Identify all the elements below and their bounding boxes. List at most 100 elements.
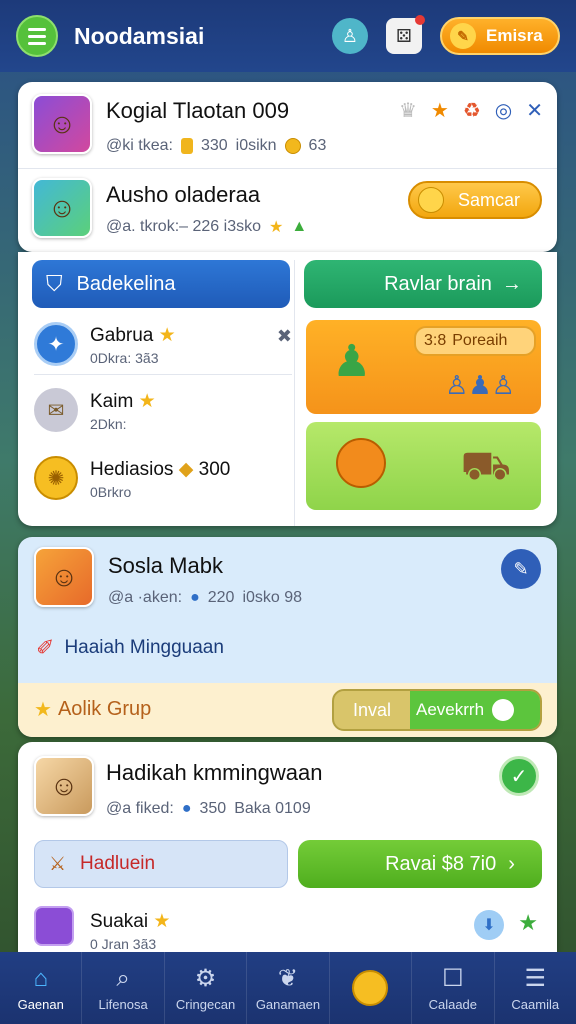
- nav-label: Ganamaen: [255, 997, 321, 1012]
- stats-value-1: 350: [199, 800, 227, 817]
- avatar[interactable]: [34, 756, 94, 816]
- sword-icon: ⚔: [49, 853, 67, 875]
- pin-icon[interactable]: ✖: [277, 326, 292, 347]
- accept-button-label: Aevekrrh: [416, 700, 485, 719]
- edit-button[interactable]: ✎: [501, 549, 541, 589]
- nav-coin[interactable]: [330, 952, 413, 1024]
- social-stats: @a ·aken: ● 220 i0sko 98: [108, 589, 302, 607]
- nav-label: Caamila: [511, 997, 560, 1012]
- leaderboard-card: ⛉ Badekelina ✦ Gabrua ★ 0Dkra: 3ã3 ✖ ✉ K…: [18, 252, 557, 526]
- stats-text-2: Baka 0109: [234, 800, 311, 817]
- stats-value-1: 220: [207, 589, 235, 606]
- list-item[interactable]: ✉ Kaim ★ 2Dkn:: [34, 380, 292, 446]
- star-badge-icon[interactable]: ★: [431, 98, 449, 123]
- coin-icon: [352, 970, 389, 1006]
- reward-claim-label: Ravai $8 7i0: [385, 852, 497, 875]
- recycle-icon[interactable]: ♻: [463, 98, 481, 123]
- reward-pill[interactable]: 3:8 Poreaih: [414, 326, 536, 356]
- stats-text: @a. tkrok:– 226 i3sko: [106, 218, 261, 235]
- avatar[interactable]: [32, 178, 92, 238]
- top-bar: Noodamsiai ♙ ⚄ ✎ Emisra: [0, 0, 576, 72]
- list-item-name: Hediasios ◆ 300: [90, 459, 231, 480]
- nav-menu[interactable]: ☰ Caamila: [495, 952, 576, 1024]
- nav-home[interactable]: ⌂ Gaenan: [0, 952, 83, 1024]
- stats-value-2: 63: [308, 137, 327, 154]
- dice-icon[interactable]: ⚄: [386, 15, 425, 54]
- list-item[interactable]: ✺ Hediasios ◆ 300 0Brkro: [34, 448, 292, 514]
- invite-button-group[interactable]: Inval Aevekrrh: [332, 689, 542, 731]
- nav-settings[interactable]: ⚙ Cringecan: [165, 952, 248, 1024]
- crystal-icon: [34, 906, 74, 946]
- menu-icon: ☰: [524, 965, 546, 992]
- reward-claim-button[interactable]: Ravai $8 7i0 ›: [298, 840, 542, 888]
- stats-text-2: i0sikn: [235, 137, 277, 154]
- arrow-right-icon: →: [501, 272, 522, 295]
- nav-leaf[interactable]: ❦ Ganamaen: [247, 952, 330, 1024]
- social-name: Sosla Mabk: [108, 553, 223, 578]
- bell-icon: ♟: [332, 337, 372, 386]
- nav-chat[interactable]: ☐ Calaade: [412, 952, 495, 1024]
- stats-value-1: 330: [200, 137, 228, 154]
- menu-button[interactable]: [16, 15, 58, 57]
- crown-icon[interactable]: ♛: [399, 98, 417, 123]
- player-stats-2: @a. tkrok:– 226 i3sko ★ ▲: [106, 217, 307, 237]
- divider: [34, 374, 292, 375]
- list-item[interactable]: ✦ Gabrua ★ 0Dkra: 3ã3 ✖: [34, 314, 292, 380]
- home-icon: ⌂: [33, 964, 48, 992]
- reward-stats: @a fiked: ● 350 Baka 0109: [106, 800, 311, 818]
- nav-label: Cringecan: [175, 997, 236, 1012]
- list-item-sub: 2Dkn:: [90, 416, 127, 432]
- cart-icon: ⛟: [460, 444, 511, 488]
- stats-handle: @a fiked:: [106, 800, 174, 817]
- player-stats: @ki tkea: 330 i0sikn 63: [106, 137, 326, 155]
- ravlar-button[interactable]: Ravlar brain →: [304, 260, 542, 308]
- panel-divider: [294, 260, 295, 526]
- coin-icon: [284, 138, 301, 154]
- group-footer: ★ Aolik Grup Inval Aevekrrh: [18, 683, 557, 737]
- pin-icon: ●: [190, 589, 200, 606]
- reward-tile[interactable]: ♟ 3:8 Poreaih ♙♟♙: [306, 320, 541, 414]
- list-item[interactable]: Suakai ★ 0 Jran 3ã3 ⬇ ★: [34, 902, 542, 952]
- quest-row[interactable]: ✐ Haaiah Mingguaan: [36, 635, 224, 661]
- drop-icon[interactable]: ⬇: [474, 910, 504, 940]
- search-button[interactable]: Samcar: [408, 181, 542, 219]
- search-icon: ⌕: [116, 964, 130, 992]
- chat-bubble-icon: ✎: [450, 23, 476, 49]
- toggle-icon: [492, 699, 515, 721]
- adventure-tile[interactable]: ⛟: [306, 422, 541, 510]
- gold-coin-icon: ✺: [34, 456, 78, 500]
- group-label: ★ Aolik Grup: [34, 697, 151, 722]
- accept-button[interactable]: Aevekrrh: [410, 691, 540, 729]
- quest-label: Haaiah Mingguaan: [64, 637, 224, 658]
- stats-handle: @ki tkea:: [106, 137, 173, 154]
- star-icon: ★: [158, 325, 176, 346]
- app-title: Noodamsiai: [74, 22, 205, 49]
- hadluein-button[interactable]: ⚔ Hadluein: [34, 840, 288, 888]
- scroll-icon: ✉: [34, 388, 78, 432]
- gem-icon: [180, 138, 193, 154]
- close-icon[interactable]: ✕: [526, 98, 543, 123]
- target-icon[interactable]: ◎: [495, 98, 512, 123]
- avatar[interactable]: [32, 94, 92, 154]
- reward-name: Hadikah kmmingwaan: [106, 760, 323, 785]
- nav-label: Calaade: [428, 997, 478, 1012]
- profile-icon[interactable]: ♙: [332, 18, 368, 54]
- player-name-2: Ausho oladeraa: [106, 182, 261, 207]
- card-actions: ♛ ★ ♻ ◎ ✕: [399, 98, 543, 123]
- bottom-nav: ⌂ Gaenan ⌕ Lifenosa ⚙ Cringecan ❦ Ganama…: [0, 952, 576, 1024]
- check-icon[interactable]: ✓: [499, 756, 539, 796]
- coin-icon: [418, 187, 444, 213]
- shield-icon: ⛉: [46, 271, 63, 296]
- people-icon: ♙♟♙: [445, 370, 515, 400]
- list-item-name: Kaim ★: [90, 391, 156, 412]
- star-green-icon[interactable]: ★: [518, 910, 538, 936]
- hamburger-icon: [28, 26, 46, 47]
- leaderboard-header[interactable]: ⛉ Badekelina: [32, 260, 290, 308]
- stats-handle: @a ·aken:: [108, 589, 183, 606]
- avatar[interactable]: [34, 547, 94, 607]
- pin-icon: ●: [181, 800, 192, 817]
- top-action-pill[interactable]: ✎ Emisra: [440, 17, 560, 55]
- compass-icon: ✦: [34, 322, 78, 366]
- nav-search[interactable]: ⌕ Lifenosa: [82, 952, 165, 1024]
- leaderboard-header-label: Badekelina: [76, 272, 176, 295]
